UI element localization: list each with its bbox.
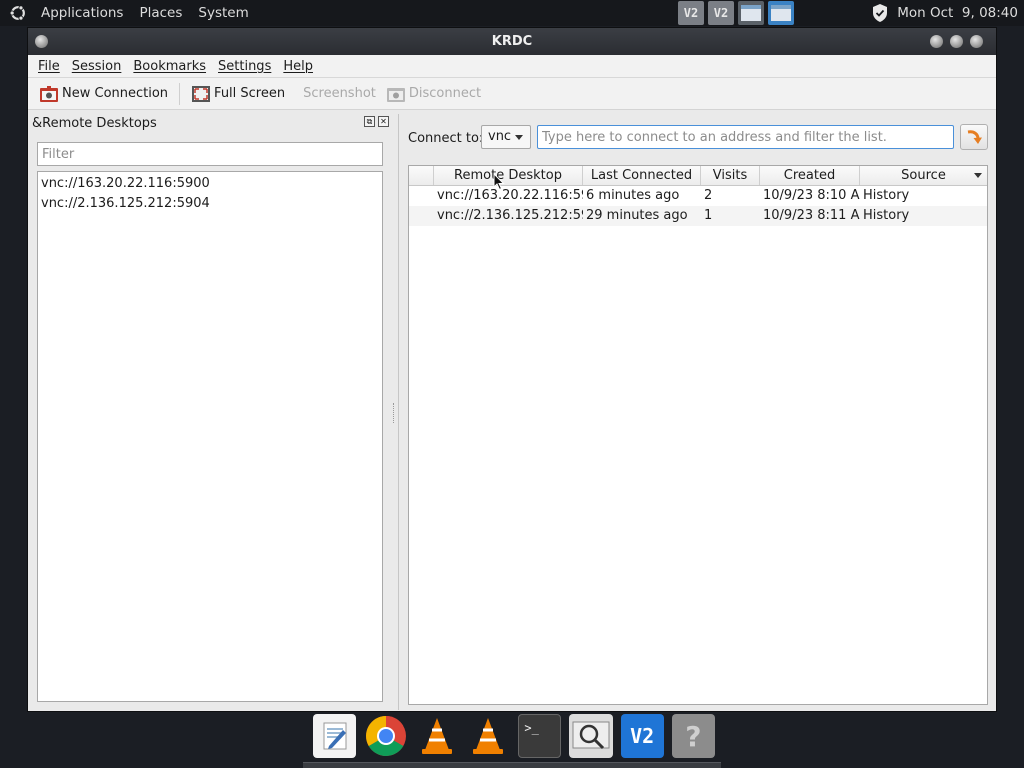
- column-header-remote-desktop[interactable]: Remote Desktop: [434, 166, 583, 185]
- text-editor-icon[interactable]: [313, 714, 357, 758]
- full-screen-button[interactable]: Full Screen: [186, 80, 290, 108]
- address-input[interactable]: [537, 125, 954, 149]
- menu-help[interactable]: Help: [277, 59, 319, 74]
- menubar: File Session Bookmarks Settings Help: [28, 55, 996, 78]
- new-connection-label: New Connection: [62, 86, 169, 101]
- menu-file[interactable]: File: [32, 59, 66, 74]
- window-title: KRDC: [491, 34, 533, 49]
- cell-visits: 1: [704, 208, 713, 223]
- column-header-visits[interactable]: Visits: [701, 166, 760, 185]
- dock-close-button[interactable]: ✕: [378, 116, 389, 127]
- window-icon[interactable]: [738, 1, 764, 25]
- cell-address: vnc://2.136.125.212:5904: [437, 208, 583, 223]
- top-panel: Applications Places System V2 V2 Mon Oct…: [0, 0, 1024, 26]
- toolbar-separator: [179, 82, 181, 105]
- menu-bookmarks[interactable]: Bookmarks: [127, 59, 212, 74]
- cell-source: History: [863, 208, 910, 223]
- vlc-icon[interactable]: [467, 714, 510, 758]
- bottom-dock: >_ V2 ?: [311, 714, 716, 762]
- panel-status-area: Mon Oct 9, 08:40: [871, 0, 1018, 26]
- screenshot-label: Screenshot: [303, 86, 376, 101]
- ubuntu-logo-icon[interactable]: [9, 4, 27, 22]
- image-viewer-icon[interactable]: [569, 714, 613, 758]
- disconnect-icon: [386, 87, 405, 102]
- dock-splitter-handle[interactable]: [393, 403, 395, 423]
- vlc-icon[interactable]: [416, 714, 459, 758]
- menu-session[interactable]: Session: [66, 59, 128, 74]
- vnc-viewer-icon[interactable]: V2: [708, 1, 734, 25]
- vnc-viewer-icon[interactable]: V2: [620, 714, 664, 758]
- chevron-down-icon[interactable]: [974, 173, 982, 178]
- chevron-down-icon: [515, 135, 523, 140]
- minimize-button[interactable]: [930, 35, 943, 48]
- chrome-icon[interactable]: [364, 714, 407, 758]
- screenshot-button[interactable]: Screenshot: [298, 80, 381, 108]
- toolbar: New Connection Full Screen Screenshot Di…: [28, 78, 996, 110]
- connect-arrow-icon: [967, 130, 982, 144]
- connect-button[interactable]: [960, 124, 988, 150]
- remote-desktops-dock: &Remote Desktops ⧉ ✕ vnc://163.20.22.116…: [28, 112, 390, 711]
- menu-settings[interactable]: Settings: [212, 59, 277, 74]
- disconnect-label: Disconnect: [408, 86, 482, 101]
- disconnect-button[interactable]: Disconnect: [381, 80, 486, 108]
- help-icon[interactable]: ?: [671, 714, 716, 758]
- cell-last-connected: 6 minutes ago: [586, 188, 680, 203]
- protocol-select[interactable]: vnc: [481, 125, 531, 149]
- protocol-value: vnc: [488, 129, 512, 144]
- terminal-icon[interactable]: >_: [518, 714, 562, 758]
- column-header-source[interactable]: Source: [860, 166, 987, 185]
- full-screen-label: Full Screen: [214, 86, 286, 101]
- new-connection-icon: [40, 85, 58, 102]
- remote-desktops-list: vnc://163.20.22.116:5900 vnc://2.136.125…: [37, 171, 383, 702]
- cell-visits: 2: [704, 188, 713, 203]
- column-header-created[interactable]: Created: [760, 166, 860, 185]
- dock-title: &Remote Desktops: [32, 116, 157, 131]
- table-row[interactable]: vnc://2.136.125.212:5904 29 minutes ago …: [409, 206, 987, 226]
- cell-created: 10/9/23 8:10 AM: [763, 188, 860, 203]
- list-item[interactable]: vnc://2.136.125.212:5904: [38, 194, 382, 214]
- shield-icon[interactable]: [871, 3, 889, 23]
- close-button[interactable]: [970, 35, 983, 48]
- cell-source: History: [863, 188, 910, 203]
- column-header-blank[interactable]: [409, 166, 434, 185]
- applications-menu[interactable]: Applications: [33, 5, 131, 21]
- vnc-viewer-icon[interactable]: V2: [678, 1, 704, 25]
- cell-address: vnc://163.20.22.116:5900: [437, 188, 583, 203]
- main-area: Connect to: vnc Remote Desktop Last Conn…: [398, 114, 996, 710]
- taskbar-shelf: [303, 762, 721, 768]
- cell-created: 10/9/23 8:11 AM: [763, 208, 860, 223]
- window-titlebar[interactable]: KRDC: [28, 28, 996, 55]
- window-menu-button[interactable]: [35, 35, 48, 48]
- list-item[interactable]: vnc://163.20.22.116:5900: [38, 174, 382, 194]
- panel-window-list: V2 V2: [678, 1, 794, 25]
- places-menu[interactable]: Places: [131, 5, 190, 21]
- row-spacer: [409, 186, 434, 206]
- system-menu[interactable]: System: [190, 5, 256, 21]
- clock[interactable]: Mon Oct 9, 08:40: [897, 5, 1018, 21]
- maximize-button[interactable]: [950, 35, 963, 48]
- mouse-cursor-icon: [493, 173, 505, 191]
- dock-float-button[interactable]: ⧉: [364, 116, 375, 127]
- cell-last-connected: 29 minutes ago: [586, 208, 688, 223]
- row-spacer: [409, 206, 434, 226]
- dock-filter-input[interactable]: [37, 142, 383, 166]
- full-screen-icon: [192, 85, 211, 102]
- column-header-last-connected[interactable]: Last Connected: [583, 166, 701, 185]
- connect-to-label: Connect to:: [408, 131, 484, 146]
- history-table: Remote Desktop Last Connected Visits Cre…: [408, 165, 988, 705]
- new-connection-button[interactable]: New Connection: [34, 80, 173, 108]
- window-icon[interactable]: [768, 1, 794, 25]
- krdc-window: KRDC File Session Bookmarks Settings Hel…: [27, 27, 997, 712]
